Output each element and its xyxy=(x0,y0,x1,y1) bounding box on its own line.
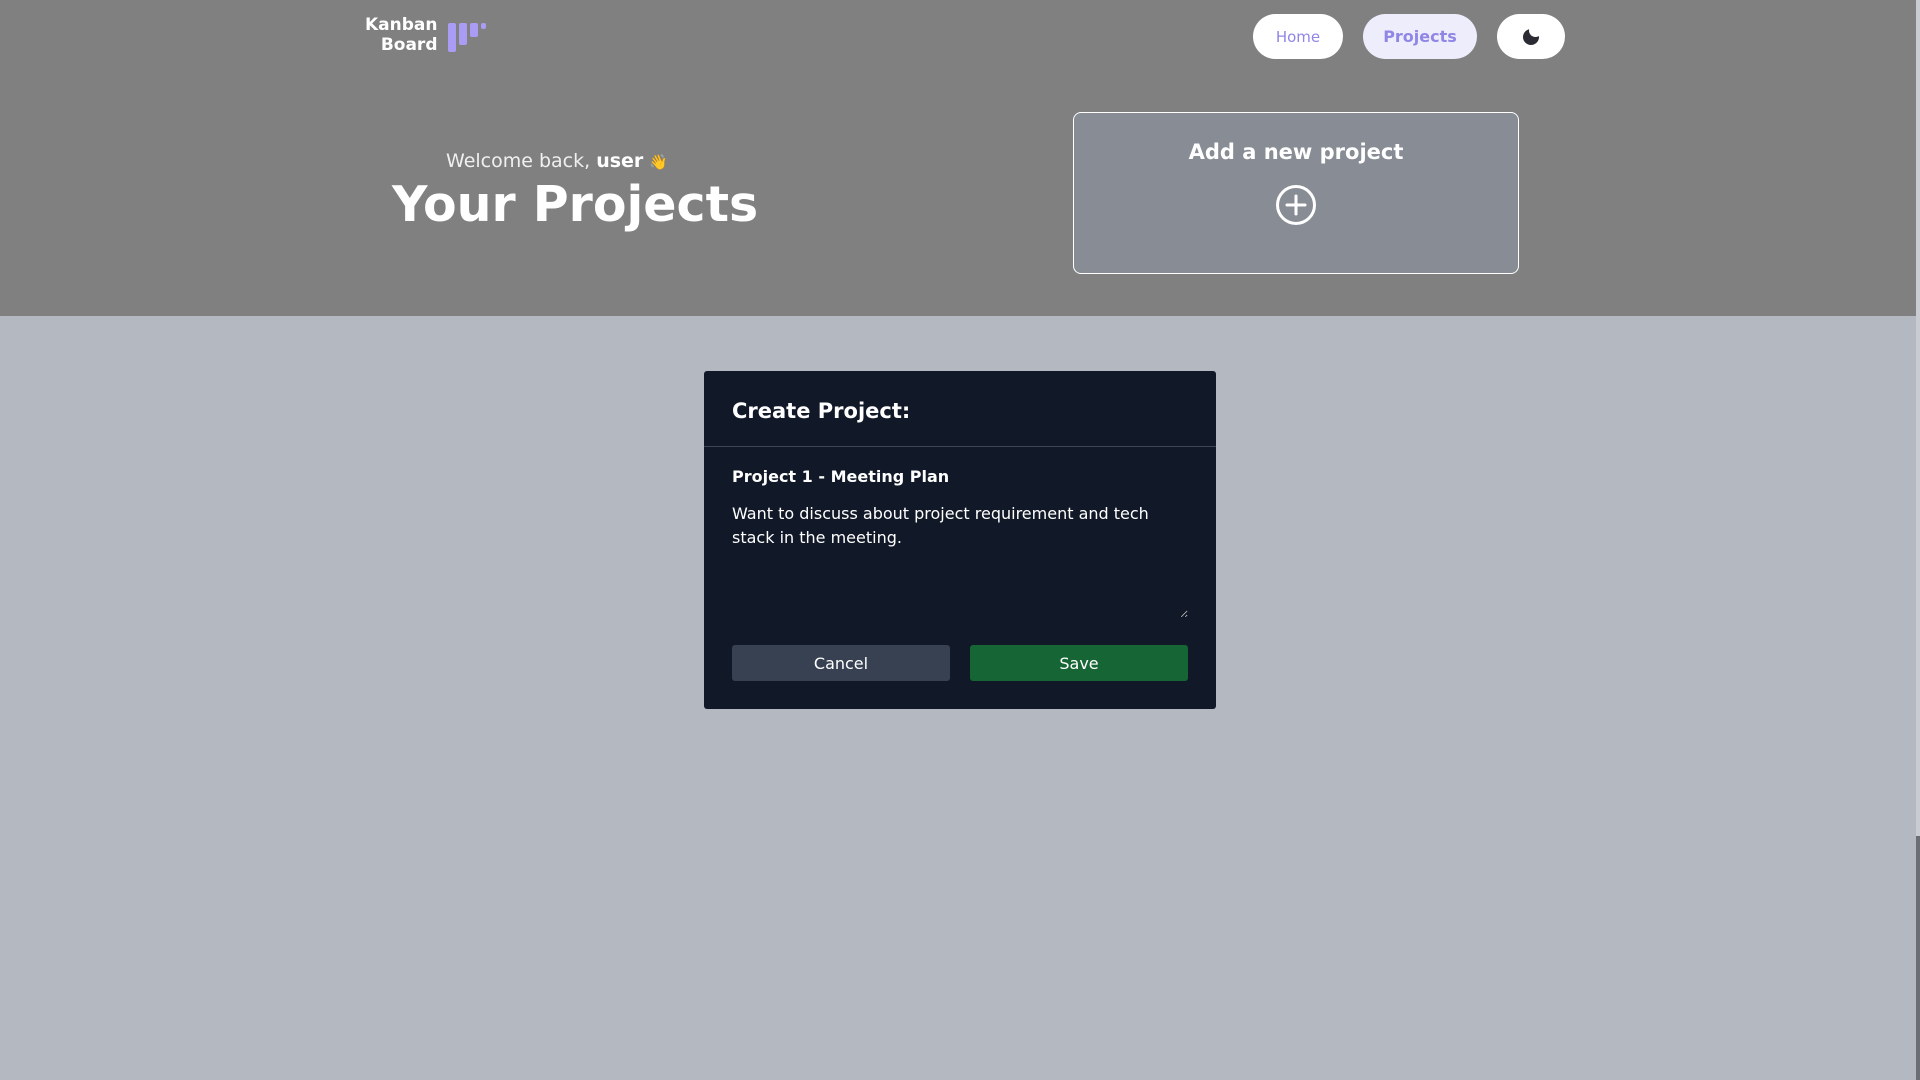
header xyxy=(0,0,1916,316)
create-project-modal: Create Project: Project 1 - Meeting Plan… xyxy=(704,371,1216,709)
logo[interactable]: Kanban Board xyxy=(365,15,486,55)
project-name: Project 1 - Meeting Plan xyxy=(732,467,950,486)
welcome-prefix: Welcome back, xyxy=(446,150,597,172)
welcome-username: user xyxy=(596,150,644,172)
wave-emoji: 👋 xyxy=(649,153,668,171)
kanban-logo-icon xyxy=(447,18,486,52)
logo-line-2: Board xyxy=(380,35,438,55)
add-project-title: Add a new project xyxy=(1188,140,1404,164)
save-button[interactable]: Save xyxy=(970,645,1188,681)
modal-body: Project 1 - Meeting Plan Want to discuss… xyxy=(704,447,1216,622)
plus-circle-icon xyxy=(1276,185,1316,225)
welcome-section: Welcome back, user 👋 Your Projects xyxy=(392,150,759,233)
nav-home-button[interactable]: Home xyxy=(1253,14,1343,59)
page-title: Your Projects xyxy=(392,176,759,233)
nav-projects-button[interactable]: Projects xyxy=(1363,14,1477,59)
cancel-button[interactable]: Cancel xyxy=(732,645,950,681)
modal-actions: Cancel Save xyxy=(732,645,1188,681)
moon-icon xyxy=(1523,23,1542,45)
scrollbar[interactable] xyxy=(1916,0,1920,1080)
scrollbar-thumb[interactable] xyxy=(1916,836,1920,1080)
project-description-textarea[interactable]: Want to discuss about project requiremen… xyxy=(732,502,1188,618)
logo-text: Kanban Board xyxy=(365,15,438,55)
theme-toggle-button[interactable] xyxy=(1497,14,1565,59)
logo-line-1: Kanban xyxy=(365,15,438,35)
modal-title: Create Project: xyxy=(732,399,911,423)
top-nav: Home Projects xyxy=(1253,14,1565,59)
welcome-message: Welcome back, user 👋 xyxy=(392,150,722,172)
add-project-card[interactable]: Add a new project xyxy=(1073,112,1519,274)
modal-header: Create Project: xyxy=(704,371,1216,447)
